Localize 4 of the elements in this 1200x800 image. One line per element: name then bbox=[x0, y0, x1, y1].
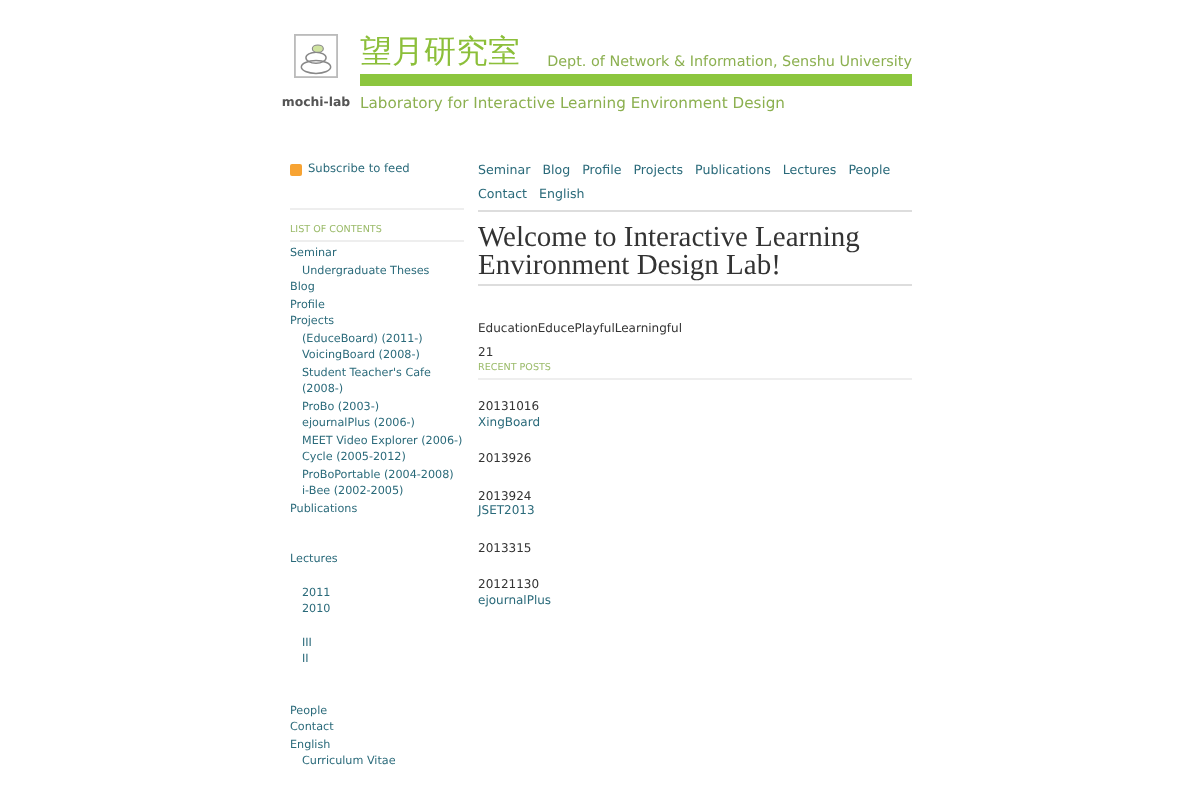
page-title: Welcome to Interactive Learning Environment Design Lab! bbox=[478, 224, 912, 286]
site-title: 望月研究室 bbox=[360, 34, 520, 70]
mochi-icon bbox=[294, 34, 338, 78]
rss-icon[interactable] bbox=[290, 164, 302, 176]
